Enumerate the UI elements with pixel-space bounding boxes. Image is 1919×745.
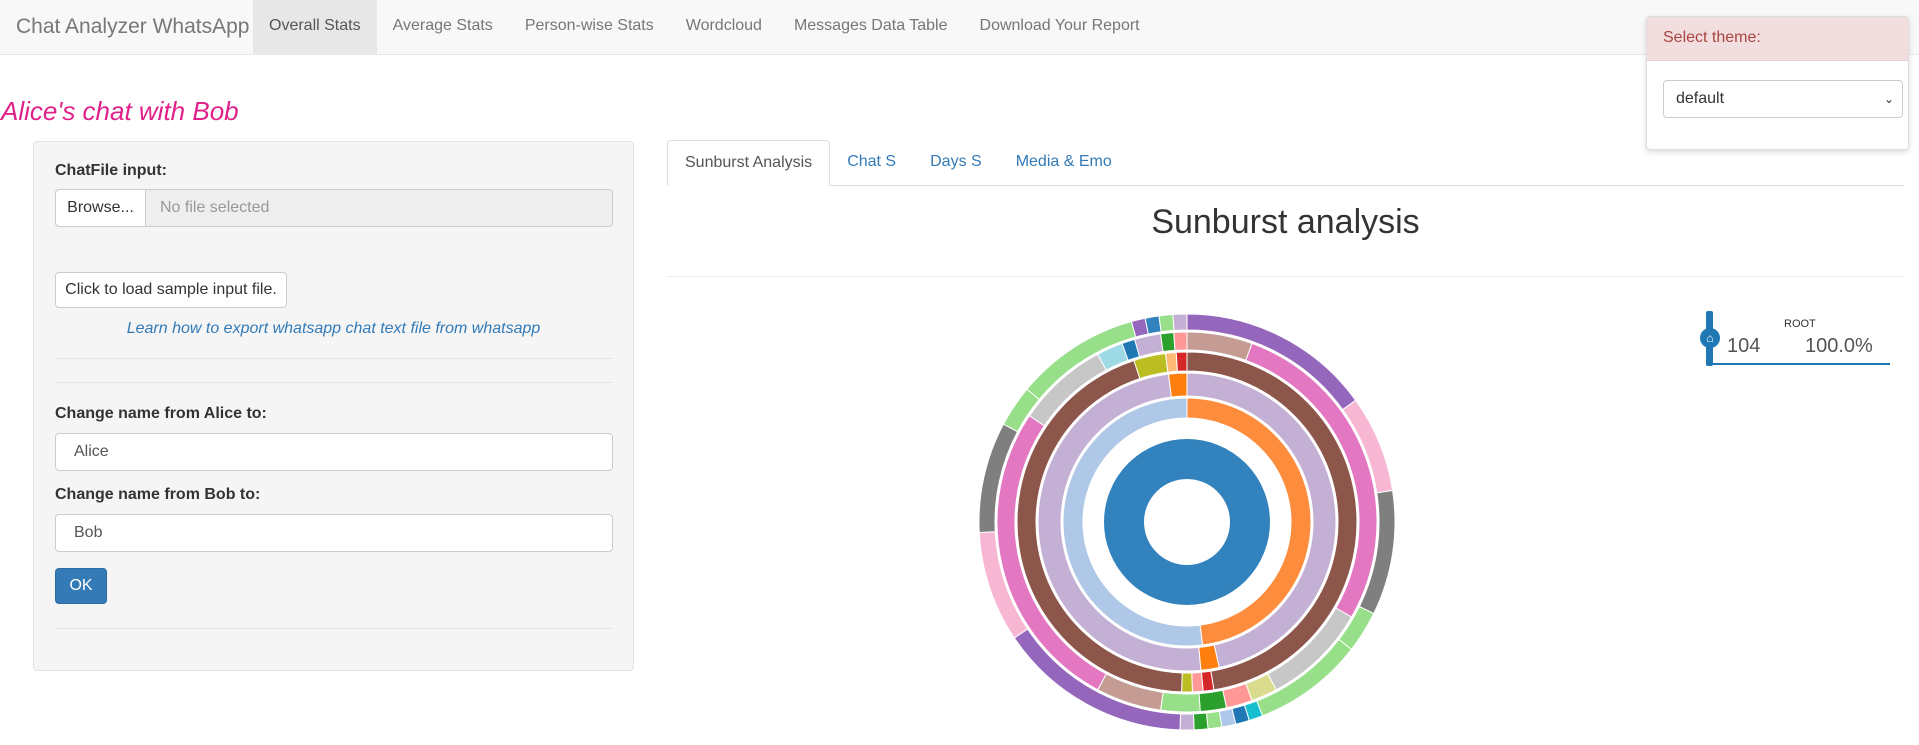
chart-title: Sunburst analysis <box>1151 203 1420 241</box>
tab-media-emo[interactable]: Media & Emo <box>999 140 1129 186</box>
navbar: Chat Analyzer WhatsApp Overall Stats Ave… <box>0 0 1919 55</box>
sidebar-panel: ChatFile input: Browse... No file select… <box>33 141 634 671</box>
sunburst-segment-l6-18[interactable] <box>1158 313 1175 333</box>
chevron-down-icon: ⌄ <box>1883 92 1894 106</box>
nav-average-stats[interactable]: Average Stats <box>377 0 509 54</box>
ok-button[interactable]: OK <box>55 568 107 604</box>
theme-panel: Select theme: default ⌄ <box>1646 16 1909 150</box>
sequence-percent: 100.0% <box>1805 335 1873 357</box>
sunburst-segment-l4-3[interactable] <box>1181 672 1193 693</box>
load-sample-button[interactable]: Click to load sample input file. <box>55 272 287 308</box>
app-brand[interactable]: Chat Analyzer WhatsApp <box>16 15 249 39</box>
theme-selected-value: default <box>1676 90 1725 107</box>
sunburst-segment-l6-10[interactable] <box>1179 713 1195 731</box>
sunburst-segment-l6-9[interactable] <box>1192 712 1209 731</box>
sunburst-segment-l5-12[interactable] <box>1134 333 1164 358</box>
rename-alice-label: Change name from Alice to: <box>55 405 267 422</box>
sunburst-segment-l5-6[interactable] <box>1159 691 1201 713</box>
sunburst-segment-l5-5[interactable] <box>1198 689 1228 713</box>
browse-button[interactable]: Browse... <box>56 190 146 226</box>
sequence-count: 104 <box>1727 335 1761 357</box>
tab-days-s[interactable]: Days S <box>913 140 999 186</box>
main-nav: Overall Stats Average Stats Person-wise … <box>253 0 1156 54</box>
page-title: Alice's chat with Bob <box>1 96 239 126</box>
sequence-root-label: ROOT <box>1784 318 1816 330</box>
chatfile-label: ChatFile input: <box>55 162 167 179</box>
nav-overall-stats[interactable]: Overall Stats <box>253 0 377 54</box>
chatfile-input: Browse... No file selected <box>55 189 613 227</box>
sunburst-segment-l6-8[interactable] <box>1205 710 1223 730</box>
divider <box>55 628 613 629</box>
theme-header: Select theme: <box>1647 17 1908 61</box>
sunburst-segment-l5-13[interactable] <box>1159 331 1176 353</box>
divider <box>55 358 613 359</box>
sunburst-segment-l5-14[interactable] <box>1173 331 1188 351</box>
rename-alice-input[interactable] <box>55 433 613 471</box>
nav-download-report[interactable]: Download Your Report <box>964 0 1156 54</box>
rename-bob-label: Change name from Bob to: <box>55 486 261 503</box>
tab-sunburst-analysis[interactable]: Sunburst Analysis <box>667 140 831 186</box>
sunburst-segment-l6-19[interactable] <box>1172 313 1188 331</box>
sunburst-segment-l4-2[interactable] <box>1191 671 1204 693</box>
sequence-underline <box>1710 363 1890 365</box>
sequence-breadcrumb: ⌂ ROOT 104 100.0% <box>1700 308 1895 370</box>
sunburst-segment-l6-17[interactable] <box>1144 315 1162 335</box>
divider <box>55 382 613 383</box>
nav-person-wise-stats[interactable]: Person-wise Stats <box>509 0 670 54</box>
sunburst-segment-l4-6[interactable] <box>1164 351 1178 373</box>
sunburst-segment-l4-7[interactable] <box>1175 351 1188 372</box>
sunburst-segment-l1-0[interactable] <box>1104 439 1270 605</box>
export-help-link[interactable]: Learn how to export whatsapp chat text f… <box>34 320 633 338</box>
home-icon[interactable]: ⌂ <box>1700 328 1720 348</box>
sunburst-chart[interactable] <box>977 312 1397 732</box>
file-name-display[interactable]: No file selected <box>146 190 269 226</box>
theme-select[interactable]: default ⌄ <box>1663 80 1903 118</box>
divider <box>667 276 1904 277</box>
rename-bob-input[interactable] <box>55 514 613 552</box>
sunburst-segment-l3-3[interactable] <box>1167 372 1188 398</box>
nav-messages-data-table[interactable]: Messages Data Table <box>778 0 964 54</box>
nav-wordcloud[interactable]: Wordcloud <box>670 0 778 54</box>
tab-chat-s[interactable]: Chat S <box>830 140 913 186</box>
